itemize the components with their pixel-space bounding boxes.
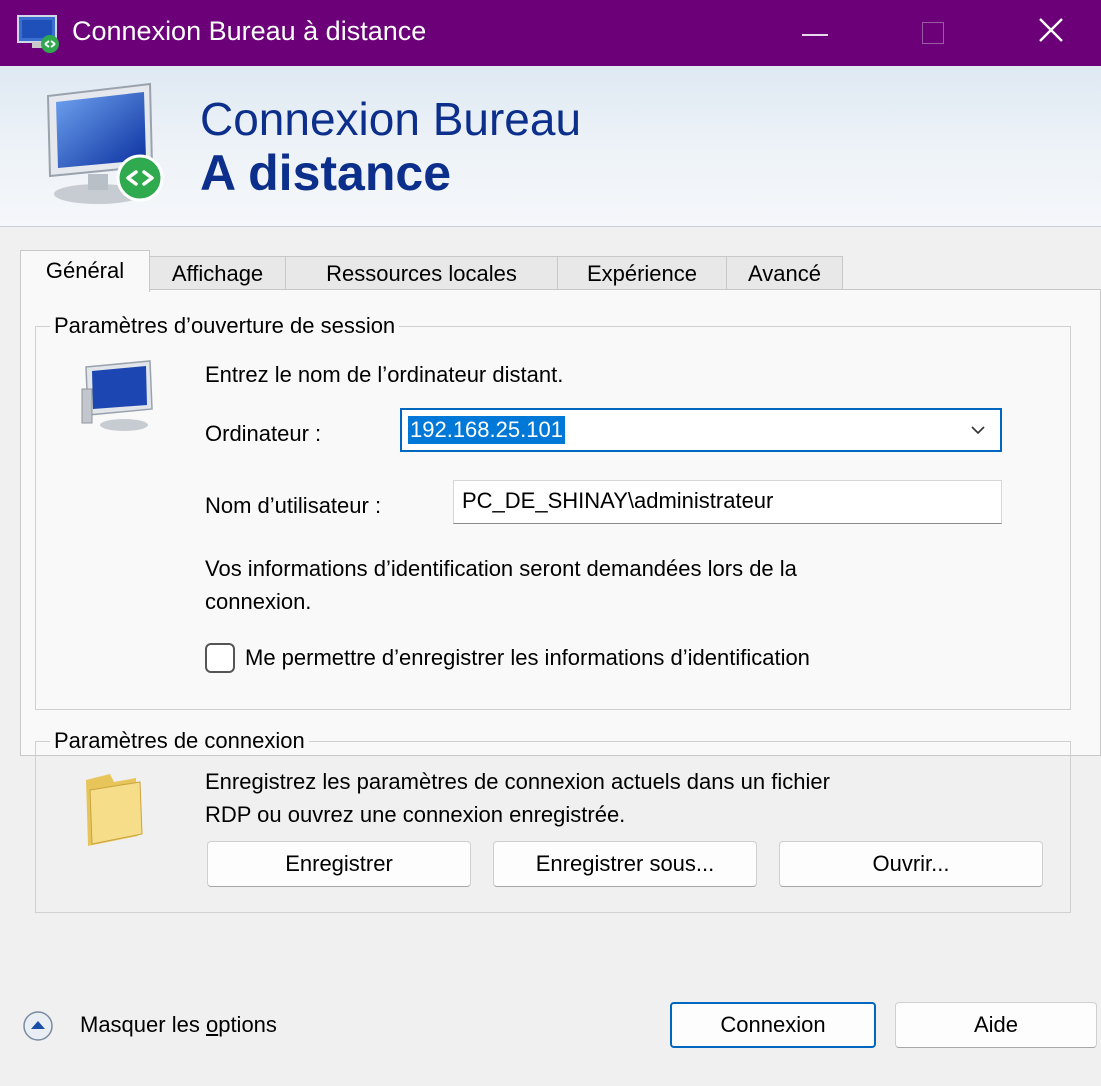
- remember-credentials-checkbox[interactable]: [205, 643, 235, 673]
- collapse-up-icon: [23, 1011, 53, 1041]
- remote-desktop-app-icon: [17, 15, 59, 53]
- logon-settings-group: Paramètres d’ouverture de session Entrez…: [35, 313, 1071, 710]
- remember-credentials-label[interactable]: Me permettre d’enregistrer les informati…: [245, 645, 810, 671]
- connect-button[interactable]: Connexion: [670, 1002, 876, 1048]
- connection-settings-group: Paramètres de connexion Enregistrez les …: [35, 728, 1071, 913]
- computer-combobox[interactable]: 192.168.25.101: [400, 408, 1002, 452]
- remote-desktop-monitor-icon: [46, 82, 164, 204]
- title-bar: Connexion Bureau à distance: [0, 0, 1101, 66]
- save-button[interactable]: Enregistrer: [207, 841, 471, 887]
- logon-settings-legend: Paramètres d’ouverture de session: [50, 313, 400, 339]
- tab-general[interactable]: Général: [20, 250, 150, 292]
- open-button[interactable]: Ouvrir...: [779, 841, 1043, 887]
- general-tab-panel: Paramètres d’ouverture de session Entrez…: [20, 289, 1101, 913]
- minimize-button[interactable]: [780, 0, 852, 66]
- maximize-button[interactable]: [898, 0, 970, 66]
- credentials-info-line2: connexion.: [205, 589, 312, 614]
- credentials-info-line1: Vos informations d’identification seront…: [205, 556, 797, 581]
- help-button[interactable]: Aide: [895, 1002, 1097, 1048]
- username-label: Nom d’utilisateur :: [205, 493, 382, 518]
- window-title: Connexion Bureau à distance: [72, 16, 427, 46]
- computer-value: 192.168.25.101: [408, 416, 565, 444]
- folder-icon: [86, 774, 143, 846]
- computer-icon: [81, 360, 153, 431]
- connection-desc-line2: RDP ou ouvrez une connexion enregistrée.: [205, 802, 626, 827]
- hide-options-toggle[interactable]: Masquer les options: [0, 1000, 360, 1050]
- tab-experience[interactable]: Expérience: [557, 256, 727, 290]
- computer-label: Ordinateur :: [205, 421, 322, 446]
- banner-title-line2: A distance: [200, 145, 452, 201]
- banner-title-line1: Connexion Bureau: [200, 93, 582, 145]
- connection-settings-legend: Paramètres de connexion: [50, 728, 309, 754]
- chevron-down-icon: [971, 426, 985, 435]
- header-banner: Connexion Bureau A distance: [0, 66, 1101, 227]
- close-icon: [1039, 18, 1063, 42]
- tab-local-resources[interactable]: Ressources locales: [285, 256, 558, 290]
- hide-options-label: Masquer les options: [80, 1012, 277, 1037]
- save-as-button[interactable]: Enregistrer sous...: [493, 841, 757, 887]
- connection-desc-line1: Enregistrez les paramètres de connexion …: [205, 769, 830, 794]
- close-button[interactable]: [1014, 0, 1086, 66]
- tab-display[interactable]: Affichage: [149, 256, 286, 290]
- computer-instruction: Entrez le nom de l’ordinateur distant.: [205, 362, 564, 387]
- tab-advanced[interactable]: Avancé: [726, 256, 843, 290]
- username-field[interactable]: PC_DE_SHINAY\administrateur: [453, 480, 1002, 524]
